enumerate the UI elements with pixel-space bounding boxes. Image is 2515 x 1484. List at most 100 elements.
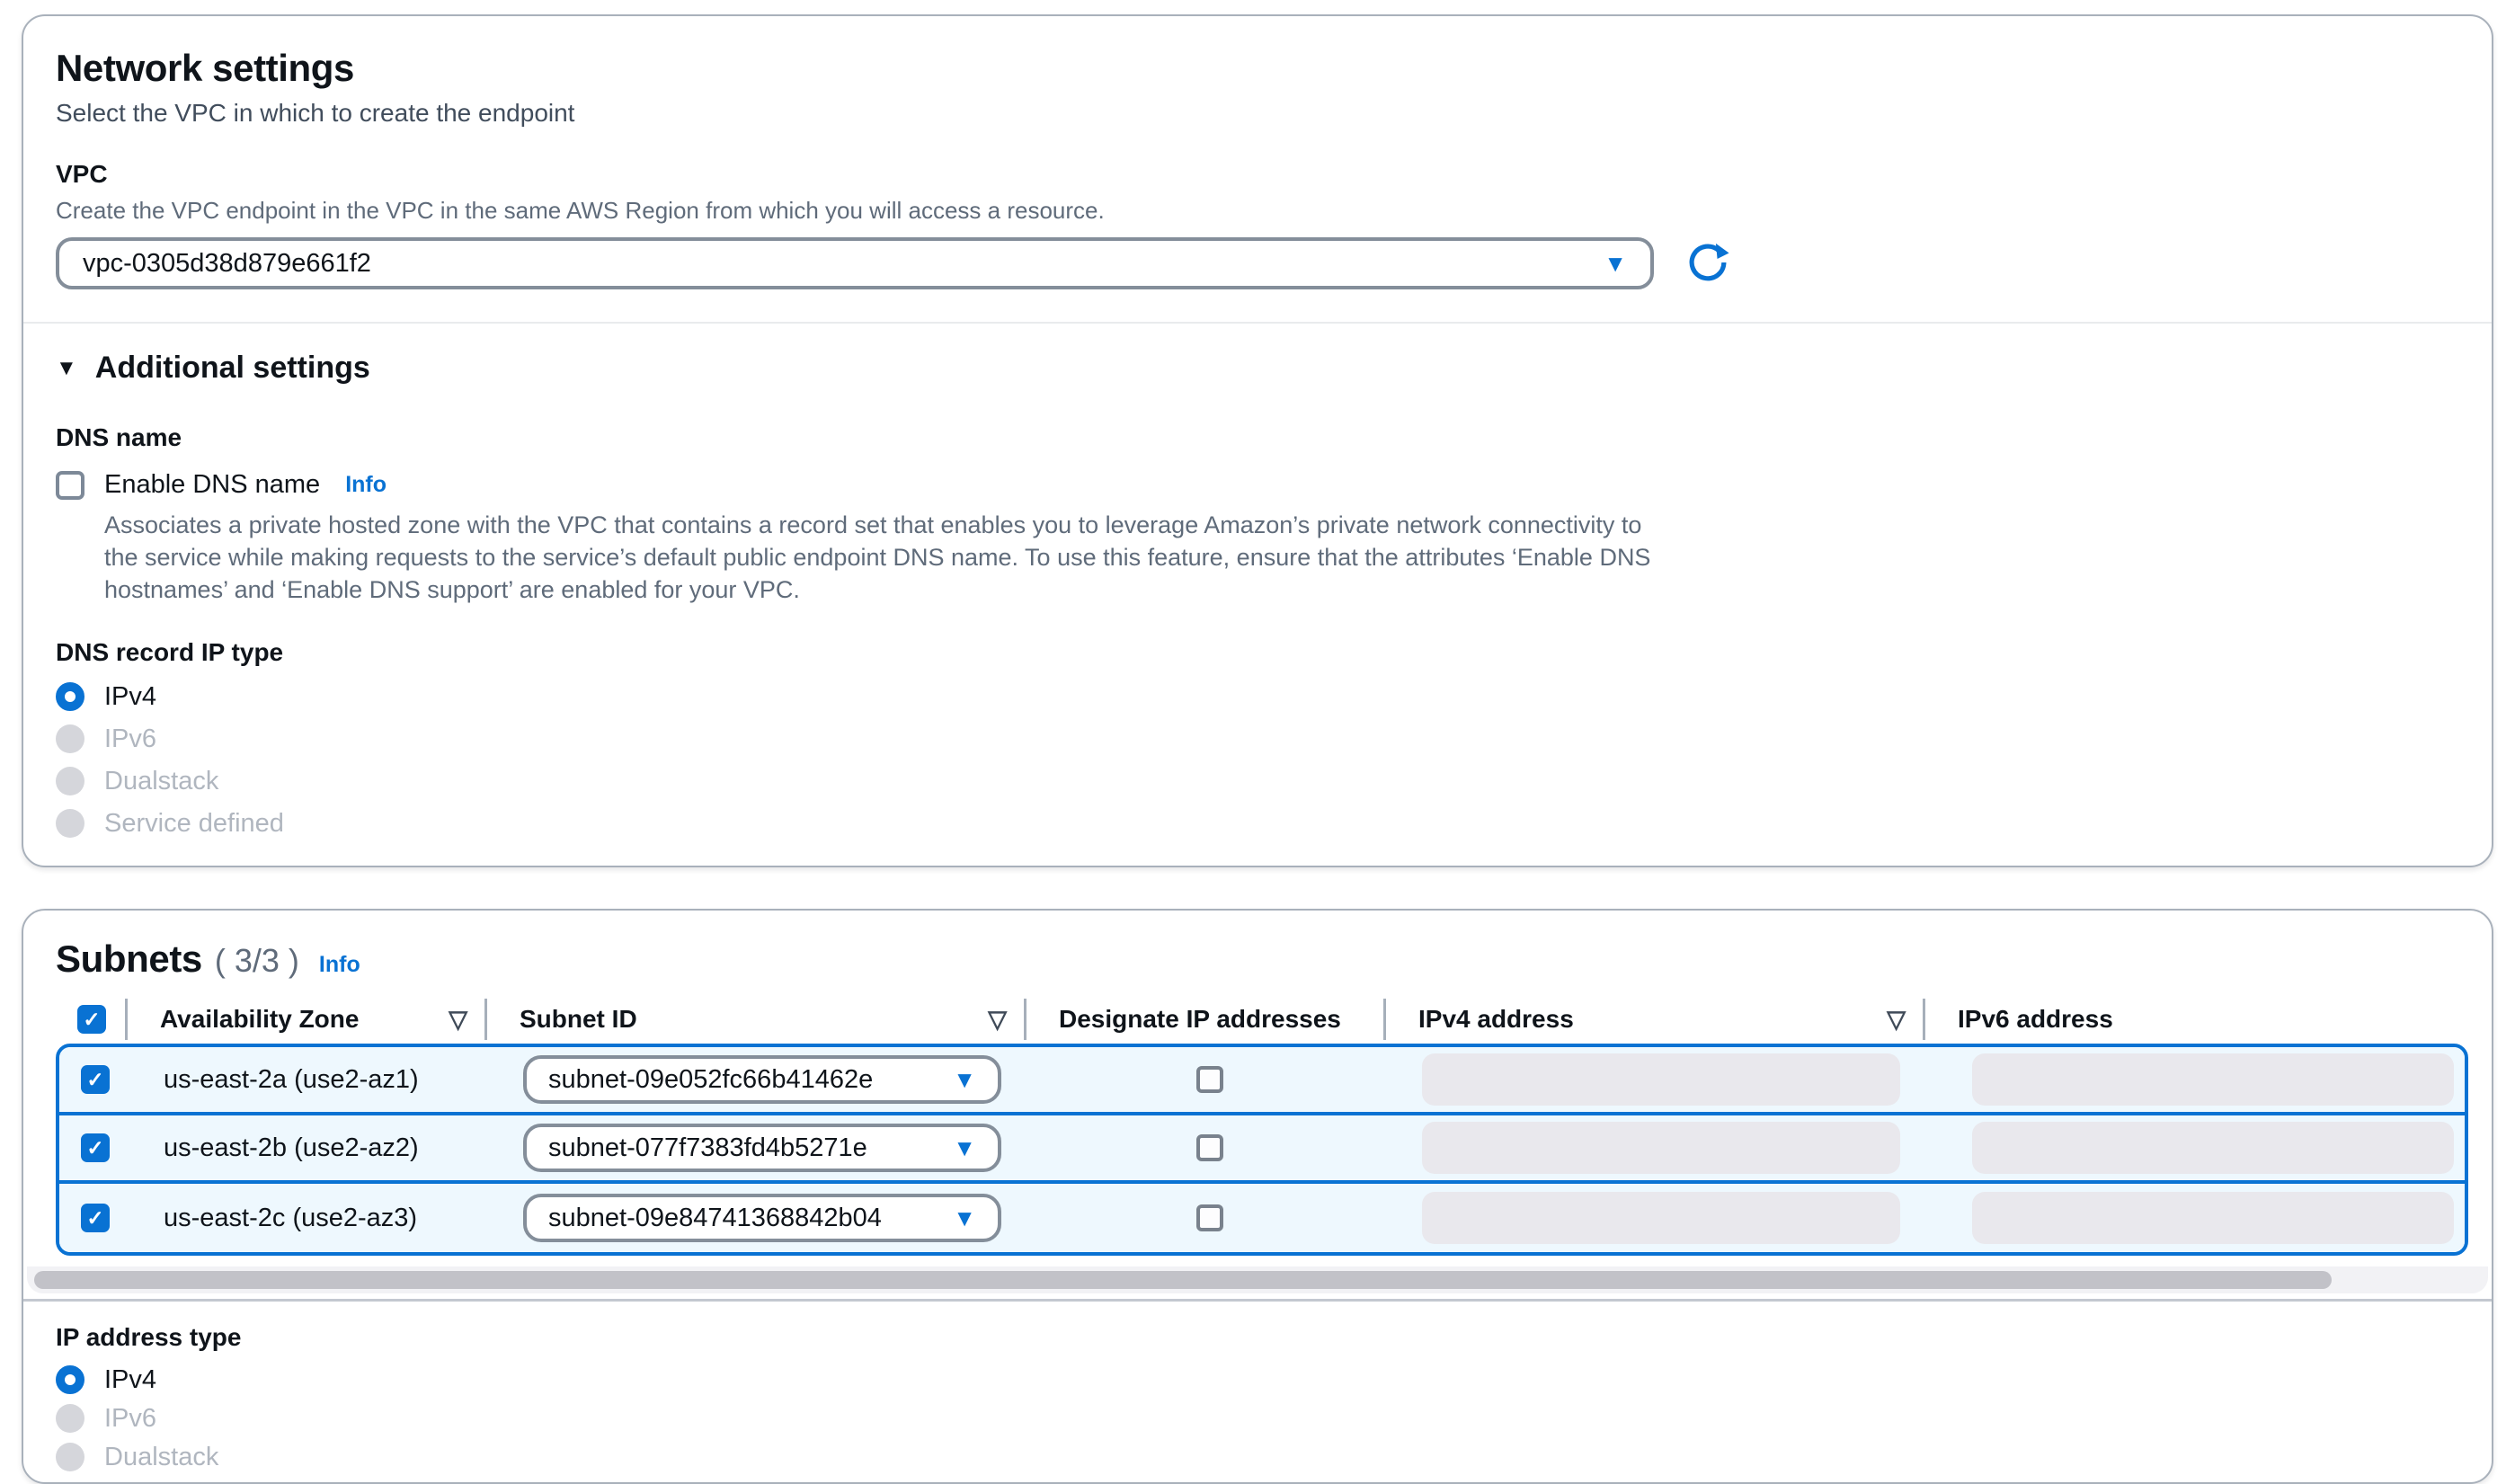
ipv4-address-cell [1390,1047,1929,1112]
sort-icon: ▽ [988,1006,1007,1034]
radio-ipv4[interactable] [56,1365,84,1394]
designate-ip-checkbox[interactable] [1196,1066,1223,1093]
table-row[interactable]: ✓ us-east-2c (use2-az3) subnet-09e847413… [59,1184,2465,1252]
designate-ip-header-label: Designate IP addresses [1026,1005,1341,1034]
additional-settings-title: Additional settings [95,351,370,386]
ipv6-address-field [1972,1053,2454,1106]
column-header-ipv6: IPv6 address [1925,997,2468,1042]
ipv6-address-field [1972,1122,2454,1174]
row-checkbox[interactable]: ✓ [81,1204,110,1232]
subnet-select[interactable]: subnet-09e84741368842b04 ▼ [523,1194,1001,1242]
refresh-button[interactable] [1684,239,1731,289]
dns-record-ip-type-group: IPv4 IPv6 Dualstack Service defined [56,681,2459,839]
subnet-select-value: subnet-09e052fc66b41462e [548,1065,873,1095]
vpc-select-row: vpc-0305d38d879e661f2 ▼ [56,237,2459,289]
ipv4-address-field [1422,1053,1900,1106]
column-header-ipv4[interactable]: IPv4 address ▽ [1386,997,1925,1042]
radio-option-service-defined: Service defined [56,808,2459,839]
subnets-card: Subnets ( 3/3 ) Info ✓ Availability Zone… [22,909,2493,1484]
scrollbar-thumb[interactable] [34,1271,2332,1289]
designate-ip-checkbox[interactable] [1196,1134,1223,1161]
expand-caret-icon: ▼ [56,356,77,381]
ipv6-address-cell [1929,1184,2465,1252]
select-all-checkbox[interactable]: ✓ [77,1005,106,1034]
vpc-description: Create the VPC endpoint in the VPC in th… [56,197,2459,225]
ipv4-address-field [1422,1122,1900,1174]
ipv6-address-cell [1929,1047,2465,1112]
subnet-table: ✓ us-east-2a (use2-az1) subnet-09e052fc6… [56,1044,2468,1256]
subnet-select-value: subnet-077f7383fd4b5271e [548,1133,867,1163]
caret-down-icon: ▼ [953,1136,976,1160]
radio-ipv6-label: IPv6 [104,1404,156,1434]
subnet-id-header-label: Subnet ID [487,1005,637,1034]
ipv4-header-label: IPv4 address [1386,1005,1574,1034]
dns-name-info-link[interactable]: Info [345,472,387,498]
subnets-title: Subnets [56,937,202,981]
caret-down-icon: ▼ [953,1068,976,1091]
enable-dns-checkbox[interactable] [56,471,84,500]
column-header-designate-ip: Designate IP addresses [1026,997,1386,1042]
network-settings-card: Network settings Select the VPC in which… [22,14,2493,867]
ip-address-type-section: IP address type IPv4 IPv6 Dualstack [23,1302,2492,1471]
check-icon: ✓ [86,1068,103,1092]
availability-zone-cell: us-east-2b (use2-az2) [131,1115,491,1180]
network-settings-description: Select the VPC in which to create the en… [56,99,2459,128]
sort-icon: ▽ [1887,1006,1906,1034]
check-icon: ✓ [83,1008,100,1032]
column-header-subnet-id[interactable]: Subnet ID ▽ [487,997,1026,1042]
vpc-select-value: vpc-0305d38d879e661f2 [83,249,371,279]
designate-ip-cell [1030,1115,1390,1180]
network-settings-title: Network settings [56,47,2459,90]
table-row[interactable]: ✓ us-east-2a (use2-az1) subnet-09e052fc6… [59,1047,2465,1115]
additional-settings-toggle[interactable]: ▼ Additional settings [56,351,2459,386]
refresh-icon [1684,239,1731,289]
radio-option-dualstack: Dualstack [56,1443,2459,1471]
ipv6-address-field [1972,1192,2454,1244]
table-row[interactable]: ✓ us-east-2b (use2-az2) subnet-077f7383f… [59,1115,2465,1184]
availability-zone-value: us-east-2c (use2-az3) [131,1204,417,1233]
dns-name-label: DNS name [56,423,2459,452]
subnet-id-cell: subnet-09e84741368842b04 ▼ [491,1184,1030,1252]
radio-option-ipv6: IPv6 [56,724,2459,754]
designate-ip-cell [1030,1047,1390,1112]
row-checkbox[interactable]: ✓ [81,1065,110,1094]
radio-dualstack [56,1443,84,1471]
check-icon: ✓ [86,1206,103,1231]
subnet-select[interactable]: subnet-077f7383fd4b5271e ▼ [523,1124,1001,1172]
radio-dualstack-label: Dualstack [104,1443,218,1472]
ip-address-type-label: IP address type [56,1323,2459,1352]
radio-ipv4[interactable] [56,682,84,711]
availability-zone-header-label: Availability Zone [128,1005,359,1034]
enable-dns-checkbox-label: Enable DNS name [104,470,320,500]
subnets-counter: ( 3/3 ) [215,942,299,980]
subnet-id-cell: subnet-09e052fc66b41462e ▼ [491,1047,1030,1112]
designate-ip-checkbox[interactable] [1196,1204,1223,1231]
column-header-availability-zone[interactable]: Availability Zone ▽ [128,997,487,1042]
table-header: ✓ Availability Zone ▽ Subnet ID ▽ Design… [56,997,2468,1042]
vpc-select[interactable]: vpc-0305d38d879e661f2 ▼ [56,237,1654,289]
subnet-id-cell: subnet-077f7383fd4b5271e ▼ [491,1115,1030,1180]
radio-dualstack-label: Dualstack [104,767,218,796]
row-select-cell: ✓ [59,1047,131,1112]
section-divider [23,322,2492,324]
radio-service-defined-label: Service defined [104,809,284,839]
dns-record-ip-type-label: DNS record IP type [56,638,2459,667]
subnet-select[interactable]: subnet-09e052fc66b41462e ▼ [523,1055,1001,1104]
ipv6-header-label: IPv6 address [1925,1005,2113,1034]
select-all-header-cell: ✓ [56,997,128,1042]
availability-zone-value: us-east-2b (use2-az2) [131,1133,419,1163]
subnets-header: Subnets ( 3/3 ) Info [23,937,2492,981]
row-select-cell: ✓ [59,1184,131,1252]
radio-service-defined [56,809,84,838]
availability-zone-cell: us-east-2c (use2-az3) [131,1184,491,1252]
caret-down-icon: ▼ [1604,252,1627,275]
ip-address-type-group: IPv4 IPv6 Dualstack [56,1365,2459,1471]
radio-dualstack [56,767,84,795]
caret-down-icon: ▼ [953,1206,976,1230]
ipv4-address-cell [1390,1115,1929,1180]
radio-option-ipv4: IPv4 [56,1365,2459,1394]
radio-ipv6 [56,1404,84,1433]
dns-name-description: Associates a private hosted zone with th… [104,509,1673,606]
subnets-info-link[interactable]: Info [319,952,360,978]
row-checkbox[interactable]: ✓ [81,1133,110,1162]
